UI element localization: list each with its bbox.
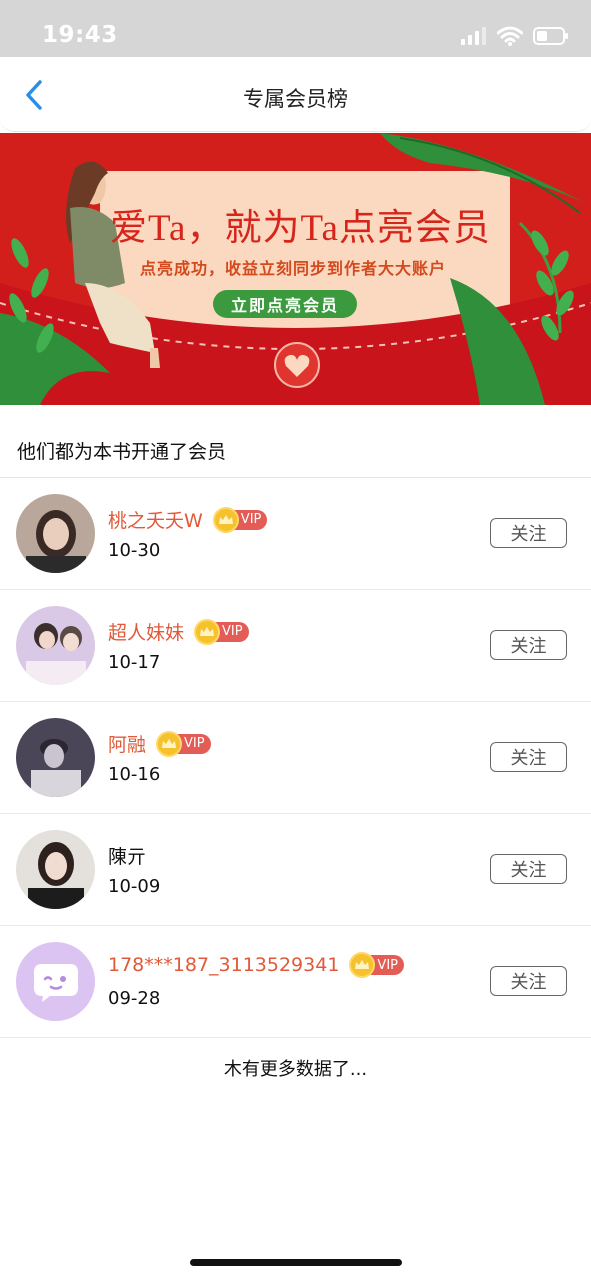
follow-button[interactable]: 关注 bbox=[490, 966, 567, 996]
status-time: 19:43 bbox=[42, 22, 118, 48]
avatar[interactable] bbox=[16, 942, 95, 1021]
section-title: 他们都为本书开通了会员 bbox=[17, 441, 227, 463]
member-name-line: 桃之夭夭W VIP bbox=[108, 506, 268, 533]
wifi-icon bbox=[497, 26, 523, 46]
page-title: 专属会员榜 bbox=[243, 87, 348, 111]
member-date: 10-09 bbox=[108, 876, 161, 897]
banner-subtitle: 点亮成功，收益立刻同步到作者大大账户 bbox=[140, 259, 447, 278]
member-name-line: 阿融 VIP bbox=[108, 730, 211, 757]
member-row: 陳亓 10-09 关注 bbox=[0, 814, 591, 926]
vip-badge: VIP bbox=[212, 506, 268, 533]
status-bar: 19:43 bbox=[0, 0, 591, 57]
member-row: 超人妹妹 VIP 10-17 关注 bbox=[0, 590, 591, 702]
member-date: 10-16 bbox=[108, 764, 161, 785]
member-list: 桃之夭夭W VIP 10-30 关注 超人妹妹 VIP 10-17 关注 阿融 … bbox=[0, 478, 591, 1038]
member-name-line: 陳亓 bbox=[108, 842, 146, 869]
follow-button[interactable]: 关注 bbox=[490, 854, 567, 884]
crown-icon bbox=[349, 952, 376, 978]
avatar[interactable] bbox=[16, 830, 95, 909]
avatar[interactable] bbox=[16, 606, 95, 685]
crown-icon bbox=[194, 618, 221, 645]
member-name[interactable]: 桃之夭夭W bbox=[108, 506, 203, 533]
member-date: 10-30 bbox=[108, 540, 161, 561]
member-row: 阿融 VIP 10-16 关注 bbox=[0, 702, 591, 814]
member-date: 09-28 bbox=[108, 988, 161, 1009]
member-name[interactable]: 178***187_3113529341 bbox=[108, 954, 339, 976]
follow-button[interactable]: 关注 bbox=[490, 742, 567, 772]
home-indicator[interactable] bbox=[190, 1259, 402, 1266]
vip-badge: VIP bbox=[194, 618, 249, 645]
light-up-member-button[interactable]: 立即点亮会员 bbox=[213, 290, 357, 318]
vip-label: VIP bbox=[222, 624, 243, 639]
no-more-data-note: 木有更多数据了... bbox=[223, 1059, 368, 1080]
avatar[interactable] bbox=[16, 494, 95, 573]
banner-headline: 爱Ta，就为Ta点亮会员 bbox=[110, 208, 491, 249]
battery-icon bbox=[533, 27, 568, 45]
follow-button[interactable]: 关注 bbox=[490, 630, 567, 660]
member-row: 178***187_3113529341 VIP 09-28 关注 bbox=[0, 926, 591, 1038]
vip-label: VIP bbox=[240, 512, 262, 527]
vip-badge: VIP bbox=[156, 730, 211, 757]
follow-button[interactable]: 关注 bbox=[490, 518, 567, 548]
member-name-line: 178***187_3113529341 VIP bbox=[108, 952, 404, 978]
member-name[interactable]: 超人妹妹 bbox=[108, 618, 184, 645]
member-name[interactable]: 阿融 bbox=[108, 730, 146, 757]
vip-badge: VIP bbox=[349, 952, 404, 978]
crown-icon bbox=[156, 730, 183, 757]
crown-icon bbox=[212, 506, 239, 533]
vip-label: VIP bbox=[184, 736, 205, 751]
nav-bar: 专属会员榜 bbox=[0, 57, 591, 132]
promo-banner[interactable]: 爱Ta，就为Ta点亮会员 点亮成功，收益立刻同步到作者大大账户 立即点亮会员 bbox=[0, 133, 591, 405]
status-icons bbox=[461, 24, 569, 48]
signal-icon bbox=[461, 27, 486, 45]
member-row: 桃之夭夭W VIP 10-30 关注 bbox=[0, 478, 591, 590]
member-date: 10-17 bbox=[108, 652, 161, 673]
avatar[interactable] bbox=[16, 718, 95, 797]
default-avatar-icon bbox=[16, 942, 95, 1021]
vip-label: VIP bbox=[377, 957, 398, 973]
member-name[interactable]: 陳亓 bbox=[108, 842, 146, 869]
member-name-line: 超人妹妹 VIP bbox=[108, 618, 249, 645]
